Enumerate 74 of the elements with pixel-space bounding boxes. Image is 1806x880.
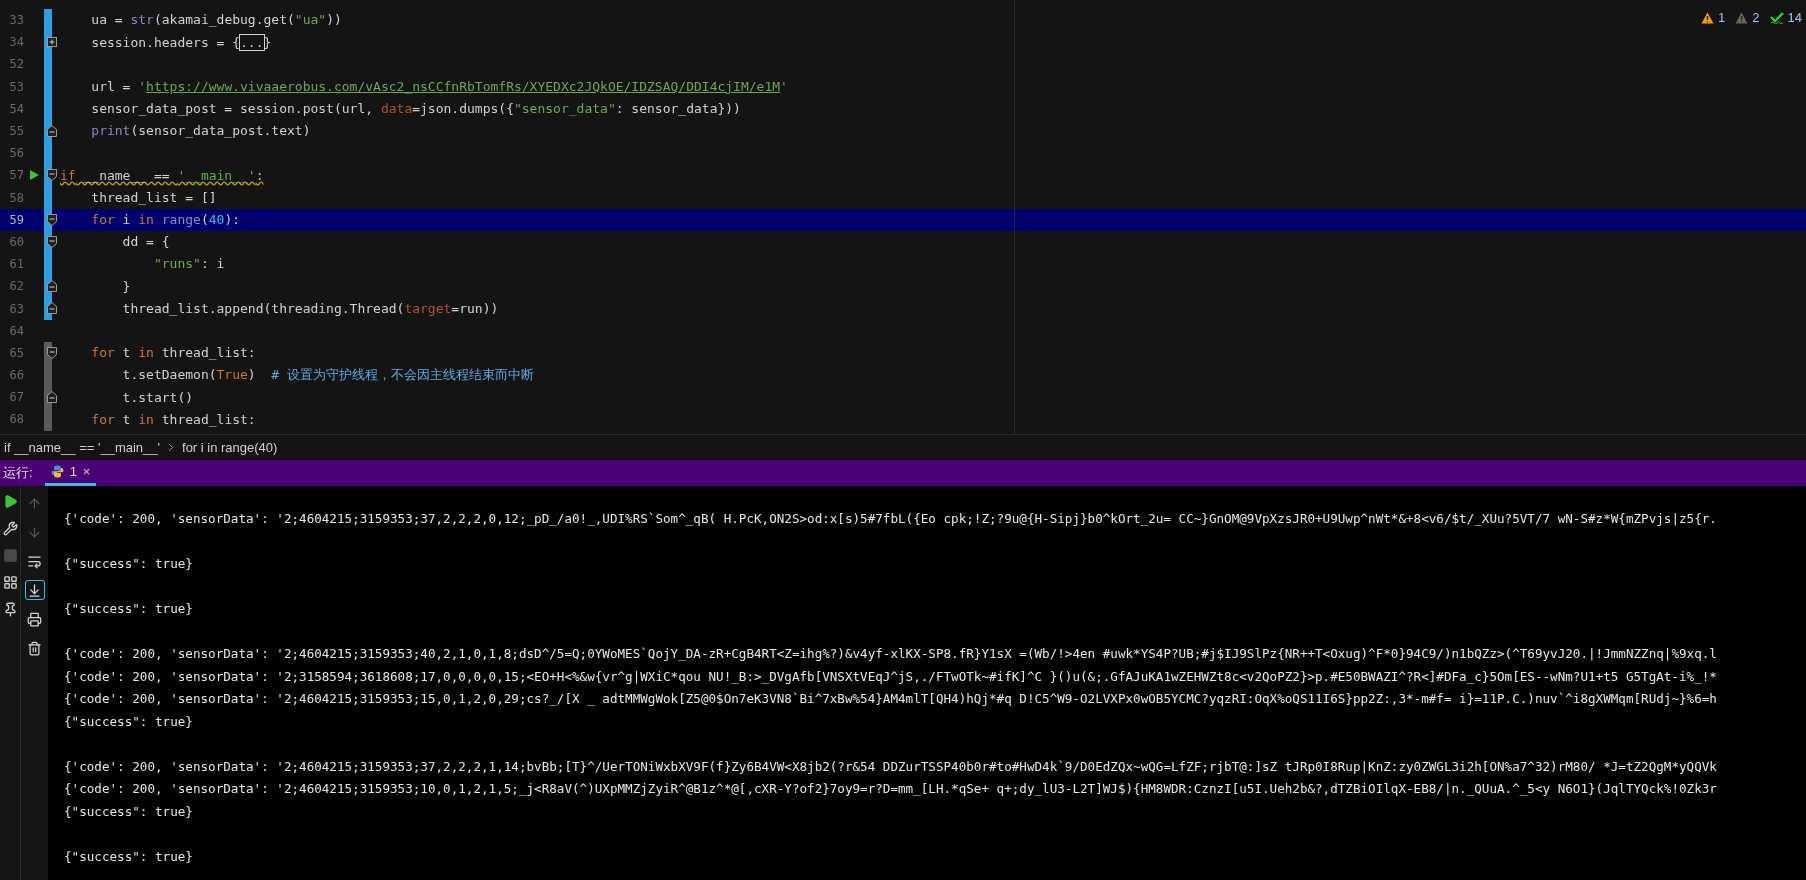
line-number: 53 [8,78,24,96]
console-output-line: {'code': 200, 'sensorData': '2;4604215;3159353;40,2,1,0,1,8;dsD^/5=Q;0YWoMES`QojY_DA-zR+CgB4RT<Z=ihg%?)&v4yf-xlKX-SP8.fR}Y1sX =(Wb/!>4en #uwk*YS4P?UB;#j$IJ9SlPz{NR++T<Oxug)^F*0}94C9/)n1bQZz>(^T69yvJ20.|!JmmNZZnq|%9xq.l [64,645,1718,663]
code-line: ua = str(akamai_debug.get("ua")) [90,11,342,30]
expand-icon[interactable] [47,37,57,48]
code-line: print(sensor_data_post.text) [90,122,311,141]
code-line: session.headers = {...} [90,33,272,52]
fold-icon[interactable] [47,346,57,359]
line-number: 52 [8,56,24,74]
wrench-icon[interactable] [2,521,18,536]
line-number: 59 [8,211,24,229]
pin-icon[interactable] [2,602,18,617]
line-number: 57 [8,167,24,185]
run-panel-label: 运行: [3,464,33,483]
line-number: 62 [8,278,24,296]
line-number: 64 [8,322,24,340]
console-output-line: {'code': 200, 'sensorData': '2;4604215;3159353;37,2,2,2,0,12;_pD_/a0!_,UDI%RS`Som^_qB( H.PcK,ON2S>od:x[s)5#7fbL({Eo cpk;!Z;?9u@{H-Sipj}b0^kOrt_2u= CC~}GnOM@9VpXzsJR0+U9Uwp^nWt*&+8<v6/$t/_XUu?5VT/7 wN-S#z*W{mZPvjs|z5{r. [64,510,1718,528]
code-line: for t in thread_list: [90,410,256,429]
line-number: 56 [8,145,24,163]
console-output-line: {"success": true} [64,712,194,731]
warning-icon [1735,11,1749,24]
code-line: t.setDaemon(True) # 设置为守护线程，不会因主线程结束而中断 [121,366,534,385]
code-line: thread_list.append(threading.Thread(target=run)) [121,299,499,318]
line-number: 67 [8,389,24,407]
line-number: 68 [8,411,24,429]
code-line: "runs": i [152,255,225,274]
console-output-line: {"success": true} [64,600,194,618]
fold-icon[interactable] [47,235,57,248]
fold-icon[interactable] [47,124,57,137]
problem-count: 14 [1787,9,1802,27]
fold-icon[interactable] [47,213,57,226]
breadcrumb-item[interactable]: for i in range(40) [182,437,278,458]
line-number: 55 [8,123,24,141]
console-output-line: {'code': 200, 'sensorData': '2;4604215;3159353;10,0,1,2,1,5;_j<R8aV(^)UXpMMZjZyiR^@B1z^*@[,cXR-Y?of2}7oy9=r?D=mm_[LH.*qSe+ q+;dy_lU3-L2T]WJ$){HM8WDR:CznzI[u5I.Ueh2b&?,dTZBiOIlqX-EB8/|n._QUuA.^_5<y N6O1}(JqlTYQck%!0Zk3r [64,780,1718,798]
code-line: for i in range(40): [90,211,241,230]
check-icon [1769,11,1784,24]
fold-icon[interactable] [47,169,57,182]
run-icon[interactable] [2,494,18,509]
run-tab[interactable]: 1 × [44,460,97,486]
console-output-line: {"success": true} [64,555,194,573]
console-output-line: {"success": true} [64,847,194,866]
console-output-line: {'code': 200, 'sensorData': '2;3158594;3618608;17,0,0,0,0,15;<EO+H<%&w{vr^g|WXiC*qou NU!_B:>_DVgAfb[VNSXtVEqJ^jS,./FTwOTk~#ifK]^C }()u(&;.GfAJuKA1wZEHWZt8c<v2QoPZ2}>p.#E50BWAZI^?R<]#DFa_c}5Om[ES--wNm?U1+t5 G5TgAt-i%_!* [64,667,1718,686]
code-line: for t in thread_list: [90,344,256,363]
console-output-line: {'code': 200, 'sensorData': '2;4604215;3159353;37,2,2,2,1,14;bvBb;[T}^/UerTONiWxbXV9F(f}Zy6B4VW<X8jb2(?r&54 DDZurTSSP40b0r#to#HwD4k`9/D0EdZQx~wQG=LfZF;rjbT@:]sZ tJRp0I8Rup|KnZ:zy0ZWGL3i2h[ON%a7^32)rM80/ *J=tZ2QgM*yQQVk [64,757,1718,776]
line-number: 33 [8,12,24,30]
line-number: 58 [8,189,24,207]
code-line: dd = { [121,233,170,252]
line-number: 61 [8,256,24,274]
chevron-icon [168,443,175,452]
run-icon[interactable] [29,170,39,181]
breadcrumb-item[interactable]: if __name__ == '__main__' [4,437,161,458]
code-line: } [121,277,131,296]
layout-icon[interactable] [2,575,18,590]
fold-icon[interactable] [47,280,57,293]
fold-icon[interactable] [47,391,57,404]
code-line: t.start() [121,388,194,407]
warning-icon [1701,11,1715,24]
problem-count: 1 [1718,9,1726,27]
line-number: 54 [8,100,24,118]
code-line: if __name__ == '__main__': [60,166,264,185]
python-icon [50,465,64,478]
code-line: url = 'https://www.vivaaerobus.com/vAsc2_nsCCfnRbTomfRs/XYEDXc2JQkOE/IDZSAQ/DDI4cjIM/e1M' [90,77,788,96]
line-number: 66 [8,367,24,385]
line-number: 60 [8,233,24,251]
problem-count: 2 [1752,9,1760,27]
line-number: 63 [8,300,24,318]
code-line: thread_list = [] [90,188,217,207]
code-line: sensor_data_post = session.post(url, data=json.dumps({"sensor_data": sensor_data})) [90,100,741,119]
line-number: 65 [8,344,24,362]
close-icon[interactable]: × [82,461,91,482]
console-output-line: {'code': 200, 'sensorData': '2;4604215;3159353;15,0,1,2,0,29;cs?_/[X _ adtMMWgWok[Z5@0$On7eK3VN8`Bi^7xBw%54}AM4mlT[QH4)hQj*#q D!C5^W9-O2LVXPx0wOB5YCMC?yqzRI:OqX%oQS11I6S}pp2Z:,3*-m#f= i}=11P.C.)nuv`^i8gXWMqm[RUdj~}%6=h [64,690,1718,708]
console-output-line: {"success": true} [64,802,194,821]
line-number: 34 [8,34,24,52]
scroll-to-end-icon[interactable] [24,580,45,600]
fold-icon[interactable] [47,302,57,315]
